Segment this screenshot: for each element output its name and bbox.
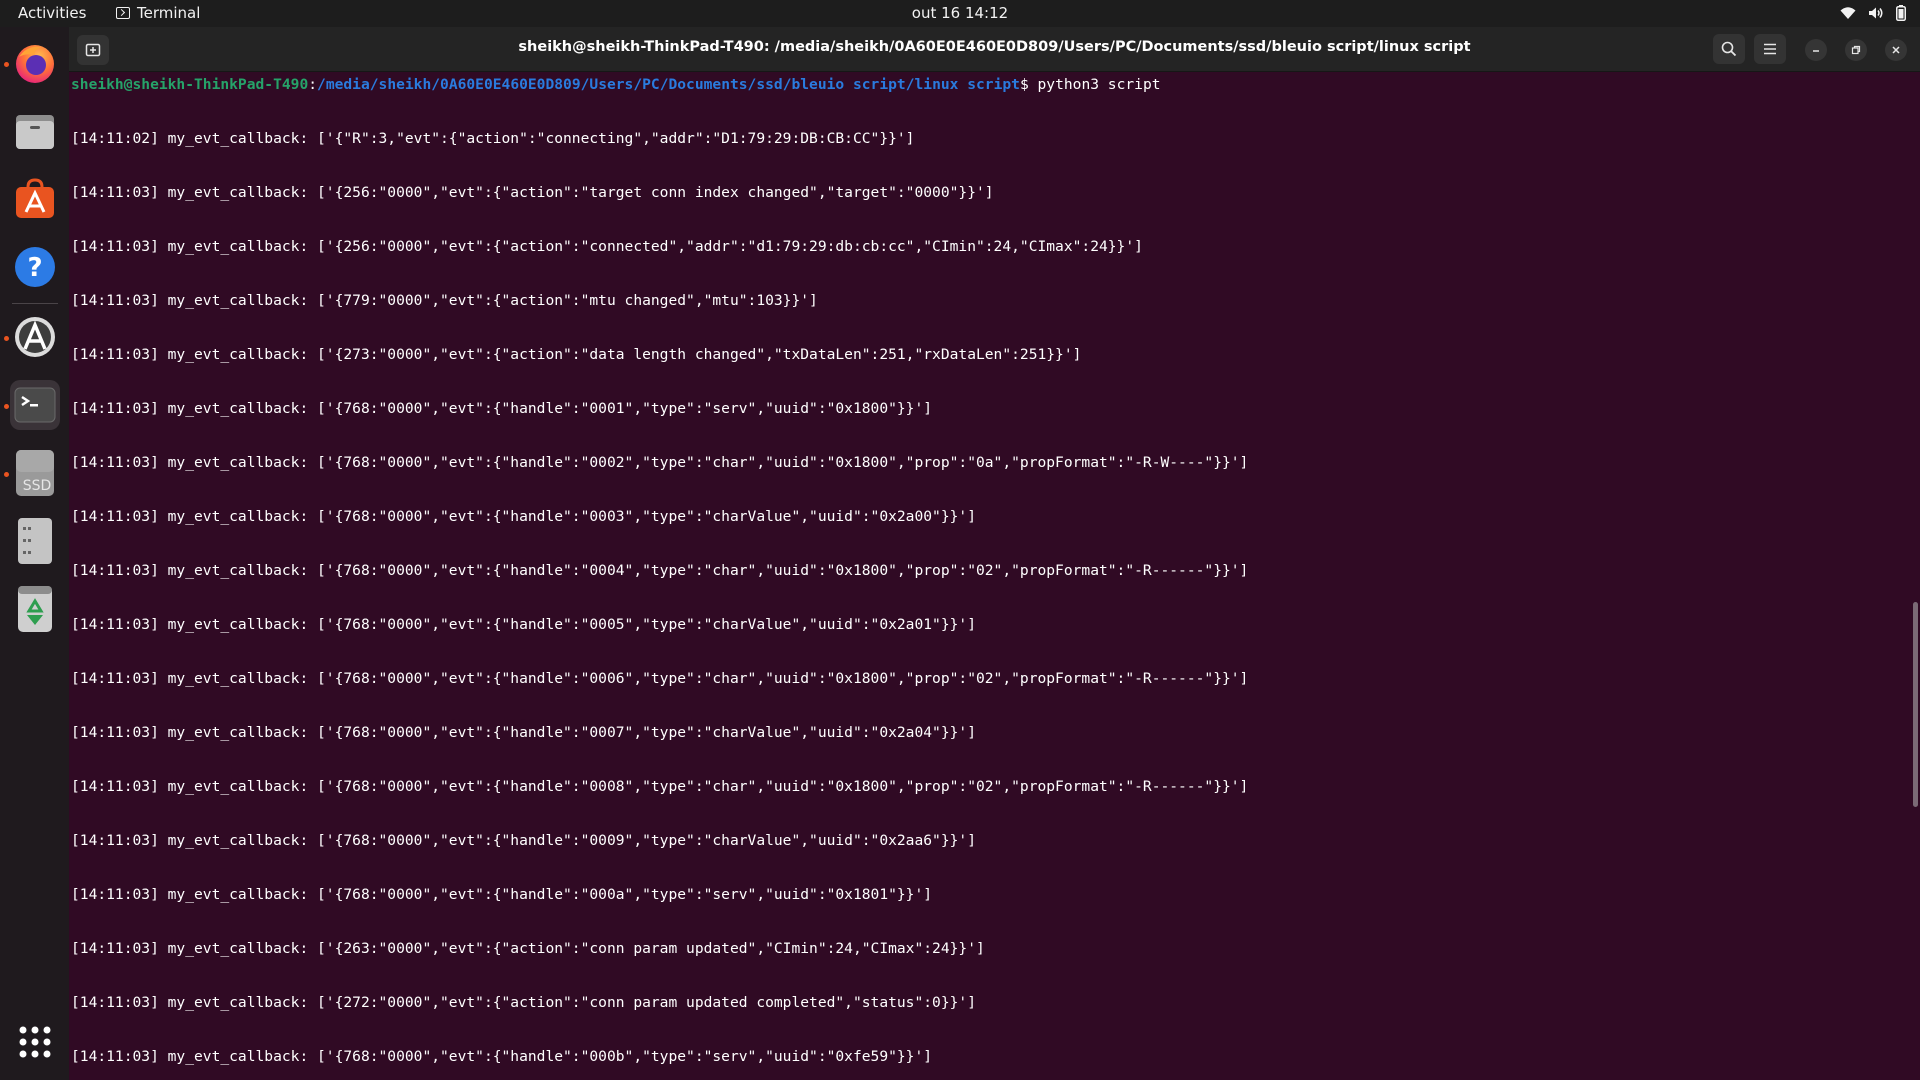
close-icon [1892, 46, 1900, 54]
menu-button[interactable] [1754, 34, 1786, 64]
dock-item-terminal[interactable] [10, 380, 60, 430]
prompt-user: sheikh@sheikh-ThinkPad-T490 [71, 76, 309, 93]
dock-separator [12, 303, 58, 304]
svg-text:?: ? [27, 253, 42, 283]
log-line: [14:11:03] my_evt_callback: ['{768:"0000… [71, 832, 976, 849]
running-indicator [4, 62, 9, 67]
dock-item-app-center[interactable] [10, 174, 60, 224]
ssd-label: SSD [23, 478, 52, 494]
terminal-icon [14, 387, 56, 423]
scrollbar[interactable] [1913, 602, 1918, 807]
minimize-button[interactable] [1805, 39, 1827, 61]
log-line: [14:11:02] my_evt_callback: ['{"R":3,"ev… [71, 130, 915, 147]
dock-item-ssd-drive[interactable]: SSD [10, 448, 60, 498]
log-line: [14:11:03] my_evt_callback: ['{256:"0000… [71, 184, 994, 201]
running-indicator [4, 404, 9, 409]
prompt-path: /media/sheikh/0A60E0E460E0D809/Users/PC/… [317, 76, 1020, 93]
log-line: [14:11:03] my_evt_callback: ['{256:"0000… [71, 238, 1143, 255]
running-indicator [4, 472, 9, 477]
wifi-icon [1840, 6, 1856, 20]
dock-item-files[interactable] [10, 106, 60, 156]
log-line: [14:11:03] my_evt_callback: ['{768:"0000… [71, 616, 976, 633]
minimize-icon [1813, 50, 1819, 52]
app-center-icon [16, 178, 54, 218]
search-icon [1721, 41, 1737, 57]
log-lines: [14:11:02] my_evt_callback: ['{"R":3,"ev… [71, 130, 1248, 1080]
log-line: [14:11:03] my_evt_callback: ['{768:"0000… [71, 508, 976, 525]
log-line: [14:11:03] my_evt_callback: ['{768:"0000… [71, 454, 1249, 471]
dock-item-software-updater[interactable] [10, 312, 60, 362]
trash-icon [18, 586, 52, 632]
prompt-line: sheikh@sheikh-ThinkPad-T490:/media/sheik… [71, 76, 1161, 93]
log-line: [14:11:03] my_evt_callback: ['{272:"0000… [71, 994, 976, 1011]
clock-container: out 16 14:12 [0, 4, 1920, 22]
usb-drive-icon [18, 518, 52, 564]
prompt-separator: : [308, 76, 318, 93]
firefox-icon [16, 45, 54, 83]
log-line: [14:11:03] my_evt_callback: ['{768:"0000… [71, 886, 933, 903]
show-apps-icon [19, 1026, 51, 1058]
log-line: [14:11:03] my_evt_callback: ['{273:"0000… [71, 346, 1082, 363]
prompt-command: $ python3 script [1019, 76, 1161, 93]
clock[interactable]: out 16 14:12 [912, 4, 1008, 22]
dock: ? SSD [0, 27, 69, 1080]
help-icon: ? [15, 247, 55, 287]
log-line: [14:11:03] my_evt_callback: ['{779:"0000… [71, 292, 818, 309]
log-line: [14:11:03] my_evt_callback: ['{768:"0000… [71, 778, 1249, 795]
log-line: [14:11:03] my_evt_callback: ['{263:"0000… [71, 940, 985, 957]
dock-item-firefox[interactable] [10, 38, 60, 88]
top-bar: Activities Terminal out 16 14:12 [0, 0, 1920, 27]
terminal-headerbar: sheikh@sheikh-ThinkPad-T490: /media/shei… [69, 27, 1920, 72]
dock-item-usb-drive[interactable] [10, 516, 60, 566]
dock-item-show-apps[interactable] [10, 1017, 60, 1067]
close-button[interactable] [1885, 39, 1907, 61]
dock-item-help[interactable]: ? [10, 242, 60, 292]
dock-item-trash[interactable] [10, 584, 60, 634]
log-line: [14:11:03] my_evt_callback: ['{768:"0000… [71, 724, 976, 741]
log-line: [14:11:03] my_evt_callback: ['{768:"0000… [71, 1048, 933, 1065]
ssd-drive-icon: SSD [16, 450, 54, 496]
restore-icon [1851, 45, 1861, 55]
running-indicator [4, 336, 9, 341]
log-line: [14:11:03] my_evt_callback: ['{768:"0000… [71, 562, 1249, 579]
log-line: [14:11:03] my_evt_callback: ['{768:"0000… [71, 670, 1249, 687]
software-updater-icon [15, 317, 55, 357]
files-icon [16, 115, 54, 149]
terminal-output[interactable]: sheikh@sheikh-ThinkPad-T490:/media/sheik… [69, 72, 1920, 1080]
log-line: [14:11:03] my_evt_callback: ['{768:"0000… [71, 400, 933, 417]
volume-icon [1868, 6, 1884, 20]
system-tray[interactable] [1840, 4, 1906, 22]
search-button[interactable] [1713, 34, 1745, 64]
window-title: sheikh@sheikh-ThinkPad-T490: /media/shei… [518, 39, 1471, 55]
battery-icon [1896, 5, 1906, 21]
restore-button[interactable] [1845, 39, 1867, 61]
hamburger-menu-icon [1764, 43, 1776, 55]
